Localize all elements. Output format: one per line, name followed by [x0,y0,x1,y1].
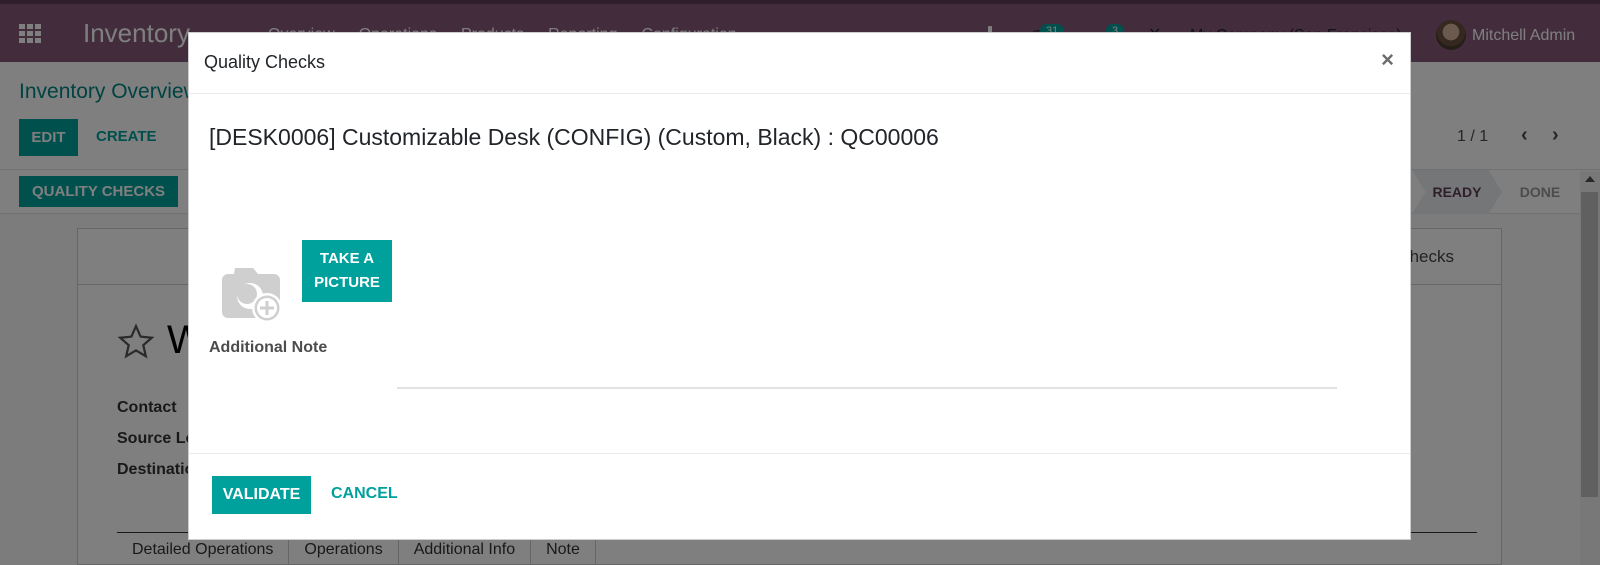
product-check-title: [DESK0006] Customizable Desk (CONFIG) (C… [209,124,939,150]
additional-note-label: Additional Note [209,339,328,356]
modal-header: Quality Checks × [189,33,1410,94]
modal-footer: VALIDATE CANCEL [189,453,1410,541]
validate-button[interactable]: VALIDATE [212,476,311,514]
close-icon[interactable]: × [1381,47,1394,73]
additional-note-input[interactable] [397,361,1337,389]
modal-title: Quality Checks [204,52,326,72]
cancel-button[interactable]: CANCEL [331,485,398,503]
quality-check-dialog: Quality Checks × [DESK0006] Customizable… [188,32,1411,540]
take-picture-label-line1: TAKE A [319,250,375,267]
take-picture-label-line2: PICTURE [314,274,380,291]
take-picture-button[interactable]: TAKE A PICTURE [302,240,392,302]
camera-add-icon[interactable] [217,262,287,326]
